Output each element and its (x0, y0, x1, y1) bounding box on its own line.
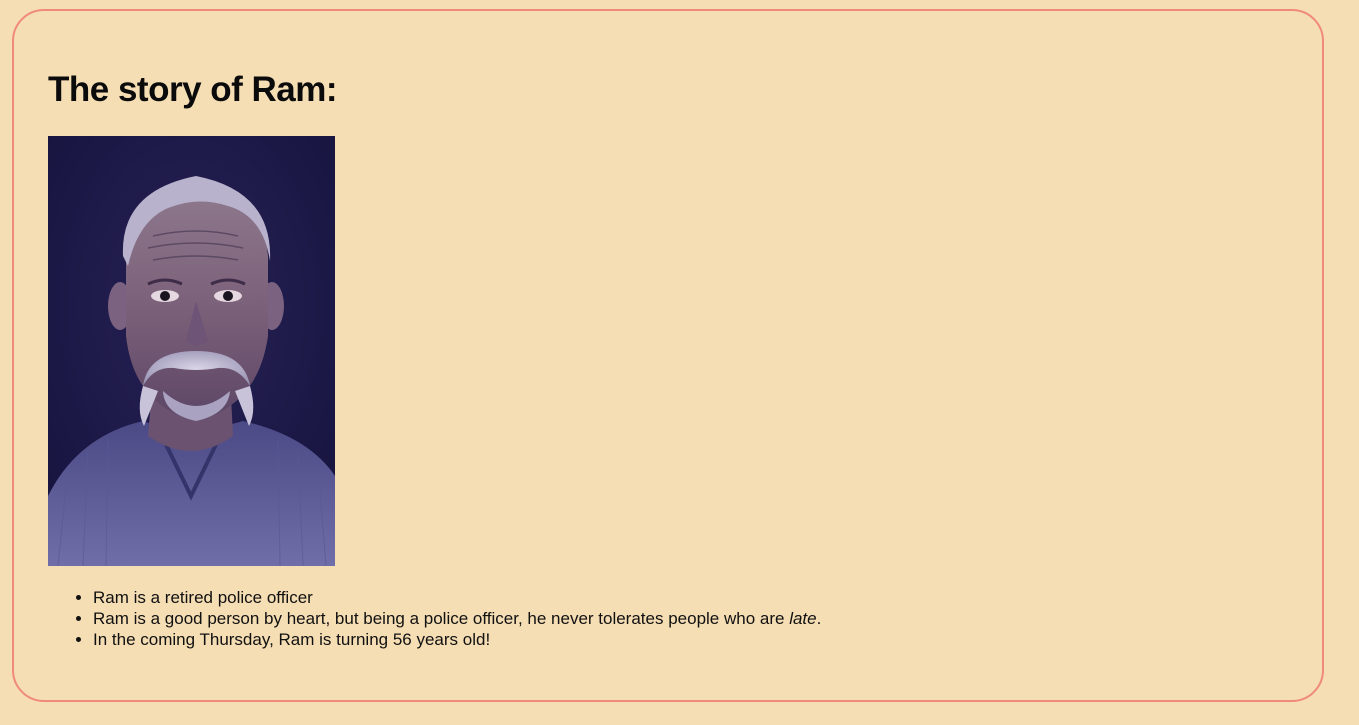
list-item: Ram is a good person by heart, but being… (93, 608, 821, 629)
emphasis-text: late (789, 609, 817, 628)
list-item: Ram is a retired police officer (93, 587, 821, 608)
page-title: The story of Ram: (48, 70, 338, 109)
list-item: In the coming Thursday, Ram is turning 5… (93, 629, 821, 650)
facts-list: Ram is a retired police officer Ram is a… (48, 587, 821, 650)
portrait-image (48, 136, 335, 566)
